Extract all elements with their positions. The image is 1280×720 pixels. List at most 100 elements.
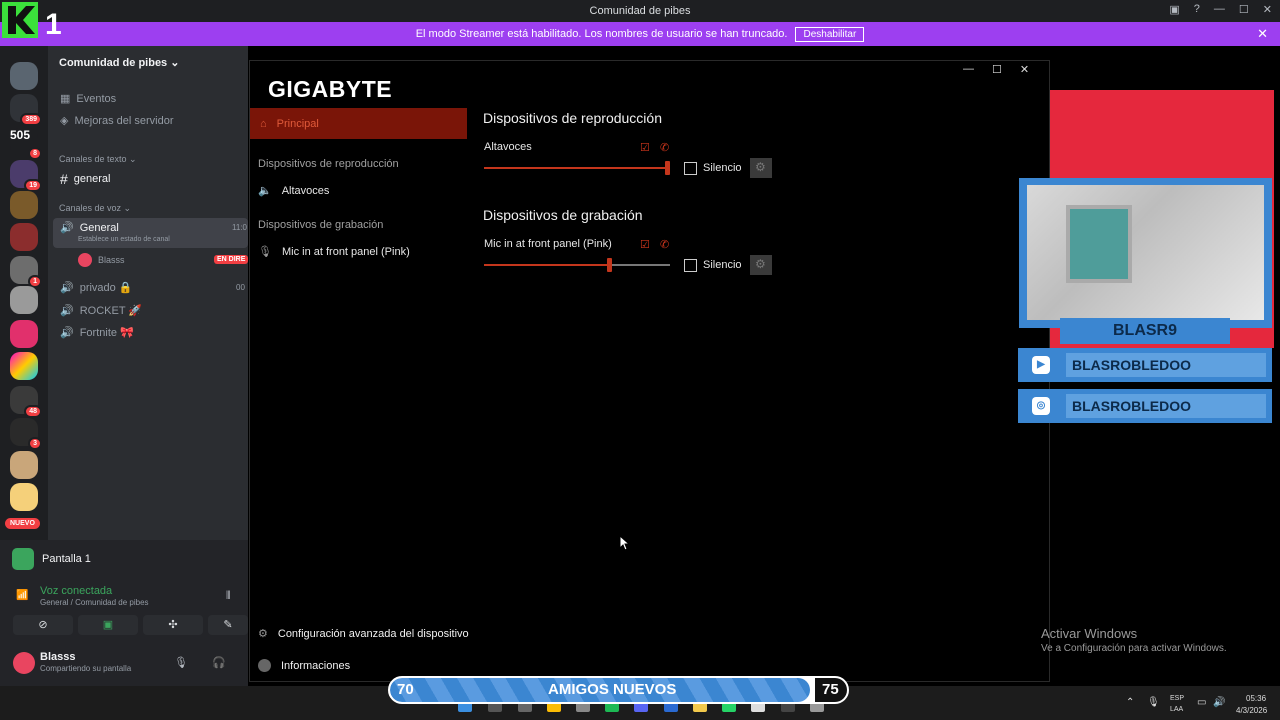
mouse-cursor-icon bbox=[619, 535, 631, 551]
channel-status-hint[interactable]: Establece un estado de canal bbox=[78, 236, 170, 243]
default-comm-icon[interactable]: ✆ bbox=[660, 238, 669, 251]
user-avatar[interactable] bbox=[13, 652, 35, 674]
voice-user-name[interactable]: Blasss bbox=[98, 255, 125, 265]
instagram-row: ◎ BLASROBLEDOO bbox=[1018, 389, 1272, 423]
server-icon[interactable]: 505 8 bbox=[10, 128, 42, 160]
voice-channel[interactable]: 🔊 Fortnite 🎀 bbox=[60, 326, 134, 339]
boost-item[interactable]: ◈ Mejoras del servidor bbox=[60, 114, 174, 128]
server-icon[interactable] bbox=[10, 352, 38, 380]
headphones-icon[interactable]: 🎧 bbox=[212, 656, 226, 669]
tray-mic-icon[interactable]: 🎙 bbox=[1147, 697, 1160, 708]
stream-k-logo: 1 bbox=[2, 2, 62, 41]
help-icon[interactable]: ? bbox=[1194, 3, 1200, 16]
channel-label: privado 🔒 bbox=[79, 282, 133, 294]
slider-thumb[interactable] bbox=[607, 258, 612, 272]
banner-close-icon[interactable]: ✕ bbox=[1257, 26, 1268, 42]
category-text-channels[interactable]: Canales de texto ⌄ bbox=[59, 154, 137, 165]
maximize-icon[interactable]: ☐ bbox=[992, 63, 1002, 76]
speakers-settings-button[interactable] bbox=[750, 158, 772, 178]
tray-date[interactable]: 4/3/2026 bbox=[1236, 706, 1267, 715]
discord-window-controls: ▣ ? — ☐ ✕ bbox=[1169, 3, 1272, 16]
minimize-icon[interactable]: — bbox=[963, 63, 974, 76]
side-item-mic[interactable]: 🎙 Mic in at front panel (Pink) bbox=[258, 245, 410, 259]
server-icon[interactable] bbox=[10, 62, 38, 90]
events-item[interactable]: ▦ Eventos bbox=[60, 92, 117, 106]
microphone-icon: 🎙 bbox=[258, 246, 272, 258]
tray-time[interactable]: 05:36 bbox=[1246, 694, 1266, 703]
maximize-icon[interactable]: ☐ bbox=[1239, 3, 1249, 16]
live-badge: EN DIRE bbox=[214, 255, 249, 264]
nav-principal[interactable]: ⌂ Principal bbox=[250, 108, 467, 139]
side-item-speakers[interactable]: 🔈 Altavoces bbox=[258, 184, 330, 198]
activities-button[interactable]: ✣ bbox=[143, 615, 203, 635]
instagram-handle: BLASROBLEDOO bbox=[1066, 394, 1266, 418]
boost-label: Mejoras del servidor bbox=[74, 114, 174, 127]
speakers-volume-slider[interactable] bbox=[484, 161, 670, 175]
noise-suppression-icon[interactable]: ⫴ bbox=[226, 590, 231, 603]
camera-off-button[interactable]: ⊘ bbox=[13, 615, 73, 635]
webcam-shelf bbox=[1066, 205, 1132, 283]
events-label: Eventos bbox=[76, 92, 117, 105]
minimize-icon[interactable]: — bbox=[1214, 3, 1225, 16]
category-label: Canales de voz bbox=[59, 203, 122, 213]
microphone-icon[interactable]: 🎙 bbox=[174, 656, 188, 669]
speaker-icon: 🔊 bbox=[60, 305, 74, 317]
streamer-text: El modo Streamer está habilitado. Los no… bbox=[415, 28, 788, 40]
server-icon[interactable] bbox=[10, 191, 38, 219]
voice-channel[interactable]: 🔊 ROCKET 🚀 bbox=[60, 304, 142, 317]
voice-connected-sub: General / Comunidad de pibes bbox=[40, 598, 149, 607]
server-icon[interactable]: 1 bbox=[10, 256, 42, 288]
slider-thumb[interactable] bbox=[665, 161, 670, 175]
info-link[interactable]: Informaciones bbox=[258, 659, 350, 672]
disable-streamer-button[interactable]: Deshabilitar bbox=[795, 26, 865, 42]
server-name-header[interactable]: Comunidad de pibes ⌄ bbox=[59, 56, 179, 69]
speaker-icon: 🔊 bbox=[60, 282, 74, 294]
default-device-icon[interactable]: ☑ bbox=[640, 238, 650, 251]
server-icon[interactable]: 389 bbox=[10, 94, 42, 126]
server-icon[interactable]: 3 bbox=[10, 418, 42, 450]
server-icon[interactable] bbox=[10, 223, 38, 251]
youtube-row: ▶ BLASROBLEDOO bbox=[1018, 348, 1272, 382]
tray-volume-icon[interactable]: 🔊 bbox=[1213, 697, 1225, 708]
voice-count: 00 bbox=[236, 283, 245, 292]
mic-settings-button[interactable] bbox=[750, 255, 772, 275]
side-heading-recording: Dispositivos de grabación bbox=[258, 219, 384, 231]
server-icon[interactable] bbox=[10, 483, 38, 511]
screen-share-button[interactable]: ▣ bbox=[78, 615, 138, 635]
tray-network-icon[interactable]: ▭ bbox=[1197, 697, 1206, 708]
close-icon[interactable]: ✕ bbox=[1263, 3, 1272, 16]
channel-general[interactable]: # general bbox=[60, 171, 111, 187]
tray-layout[interactable]: LAA bbox=[1170, 706, 1183, 713]
default-comm-icon[interactable]: ✆ bbox=[660, 141, 669, 154]
speaker-icon: 🔊 bbox=[60, 222, 74, 234]
voice-channel[interactable]: 🔊 privado 🔒 bbox=[60, 281, 133, 294]
screen-share-preview[interactable]: Pantalla 1 bbox=[12, 548, 91, 570]
category-voice-channels[interactable]: Canales de voz ⌄ bbox=[59, 203, 131, 214]
side-item-label: Mic in at front panel (Pink) bbox=[281, 245, 410, 258]
device-name-speakers: Altavoces bbox=[484, 141, 532, 153]
close-icon[interactable]: ✕ bbox=[1020, 63, 1029, 76]
slider-fill bbox=[484, 167, 668, 169]
server-icon[interactable]: 48 bbox=[10, 386, 42, 418]
channel-label: general bbox=[73, 173, 111, 185]
advanced-config-link[interactable]: ⚙ Configuración avanzada del dispositivo bbox=[258, 627, 469, 641]
server-icon[interactable]: 19 bbox=[10, 160, 42, 192]
server-icon[interactable] bbox=[10, 451, 38, 479]
inbox-icon[interactable]: ▣ bbox=[1169, 3, 1179, 16]
soundboard-button[interactable]: ✎ bbox=[208, 615, 248, 635]
default-device-icon[interactable]: ☑ bbox=[640, 141, 650, 154]
nav-principal-label: Principal bbox=[276, 117, 319, 130]
mute-checkbox-mic[interactable] bbox=[684, 259, 697, 272]
server-folder-icon[interactable] bbox=[10, 320, 38, 348]
mute-checkbox-speakers[interactable] bbox=[684, 162, 697, 175]
new-badge: NUEVO bbox=[5, 518, 40, 529]
side-item-label: Altavoces bbox=[281, 184, 330, 197]
gear-icon: ⚙ bbox=[258, 628, 268, 640]
tray-chevron-icon[interactable]: ⌃ bbox=[1126, 697, 1134, 708]
streamer-name: BLASR9 bbox=[1112, 322, 1177, 339]
home-icon: ⌂ bbox=[260, 117, 267, 130]
tray-language[interactable]: ESP bbox=[1170, 695, 1184, 702]
mic-volume-slider[interactable] bbox=[484, 258, 670, 272]
server-icon[interactable] bbox=[10, 286, 38, 314]
voice-connected-label[interactable]: Voz conectada bbox=[40, 585, 112, 597]
